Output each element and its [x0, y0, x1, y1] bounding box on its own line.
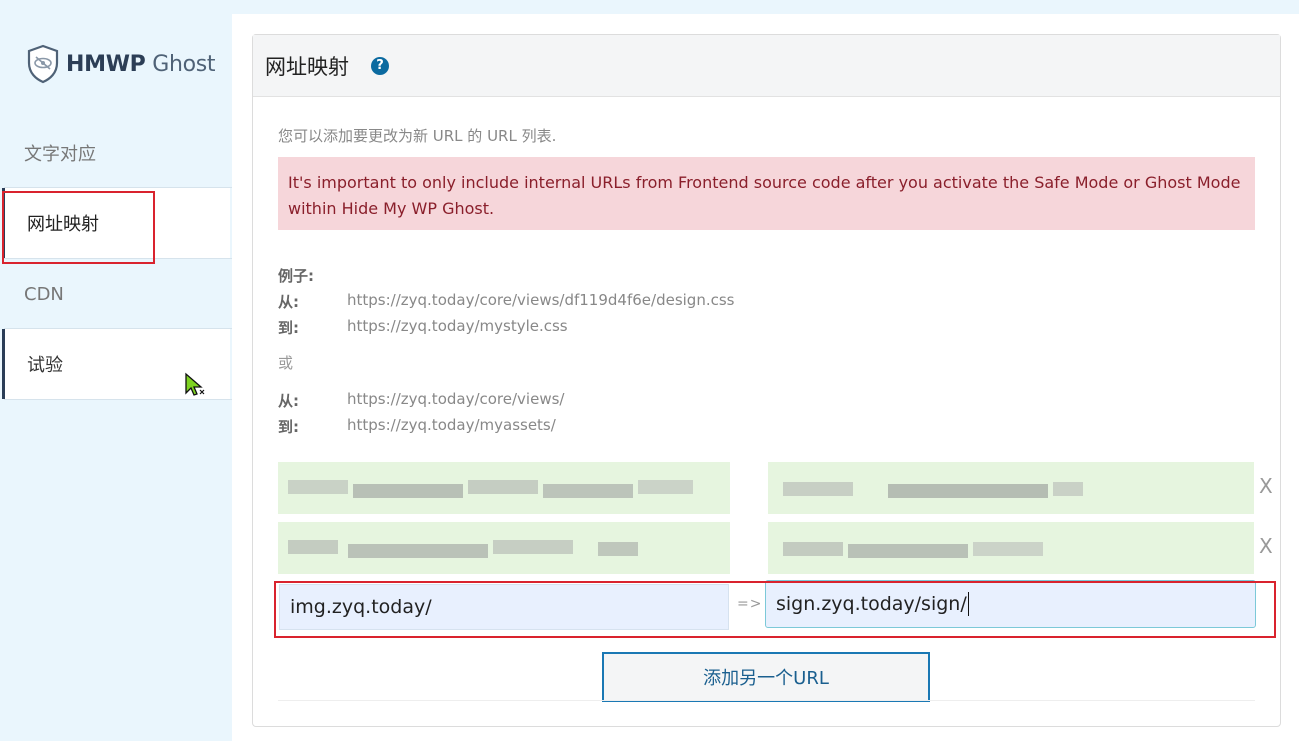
remove-mapping-button[interactable]: X [1259, 534, 1273, 558]
sidebar-item-cdn[interactable]: CDN [0, 259, 228, 329]
divider [278, 700, 1255, 701]
example-to-label: 到: [278, 319, 299, 337]
panel-header: 网址映射 ? [253, 35, 1280, 97]
logo: HMWP Ghost [26, 44, 216, 84]
example-to-value: https://zyq.today/mystyle.css [347, 317, 568, 335]
mapping-from-input-blurred[interactable] [278, 522, 730, 574]
sidebar-item-label: 文字对应 [24, 144, 96, 165]
sidebar-item-label: CDN [24, 283, 64, 305]
example-to-label: 到: [278, 418, 299, 436]
add-url-button[interactable]: 添加另一个URL [602, 652, 930, 702]
shield-eye-icon [27, 44, 59, 84]
highlight-box [2, 191, 155, 264]
mapping-to-input-blurred[interactable] [768, 522, 1254, 574]
mouse-cursor-icon [185, 372, 205, 396]
example-from-value: https://zyq.today/core/views/ [347, 390, 565, 408]
remove-mapping-button[interactable]: X [1259, 474, 1273, 498]
help-icon[interactable]: ? [371, 56, 389, 75]
highlight-box [274, 581, 1276, 638]
example-to-value: https://zyq.today/myassets/ [347, 416, 556, 434]
add-url-button-label: 添加另一个URL [703, 668, 829, 689]
sidebar-item-label: 试验 [27, 355, 63, 376]
mapping-to-input-blurred[interactable] [768, 462, 1254, 514]
mapping-from-input-blurred[interactable] [278, 462, 730, 514]
sidebar: HMWP Ghost 文字对应 网址映射 CDN 试验 [0, 0, 232, 741]
warning-alert: It's important to only include internal … [278, 157, 1255, 230]
example-from-label: 从: [278, 392, 299, 410]
page-title: 网址映射 [265, 54, 349, 79]
or-separator: 或 [278, 354, 294, 372]
divider [4, 399, 232, 400]
example-from-label: 从: [278, 293, 299, 311]
examples-heading: 例子: [278, 267, 314, 285]
example-from-value: https://zyq.today/core/views/df119d4f6e/… [347, 291, 735, 309]
sidebar-item-text-mapping[interactable]: 文字对应 [0, 118, 228, 188]
brand-name: HMWP Ghost [66, 51, 216, 77]
panel-description: 您可以添加要更改为新 URL 的 URL 列表. [278, 127, 557, 145]
